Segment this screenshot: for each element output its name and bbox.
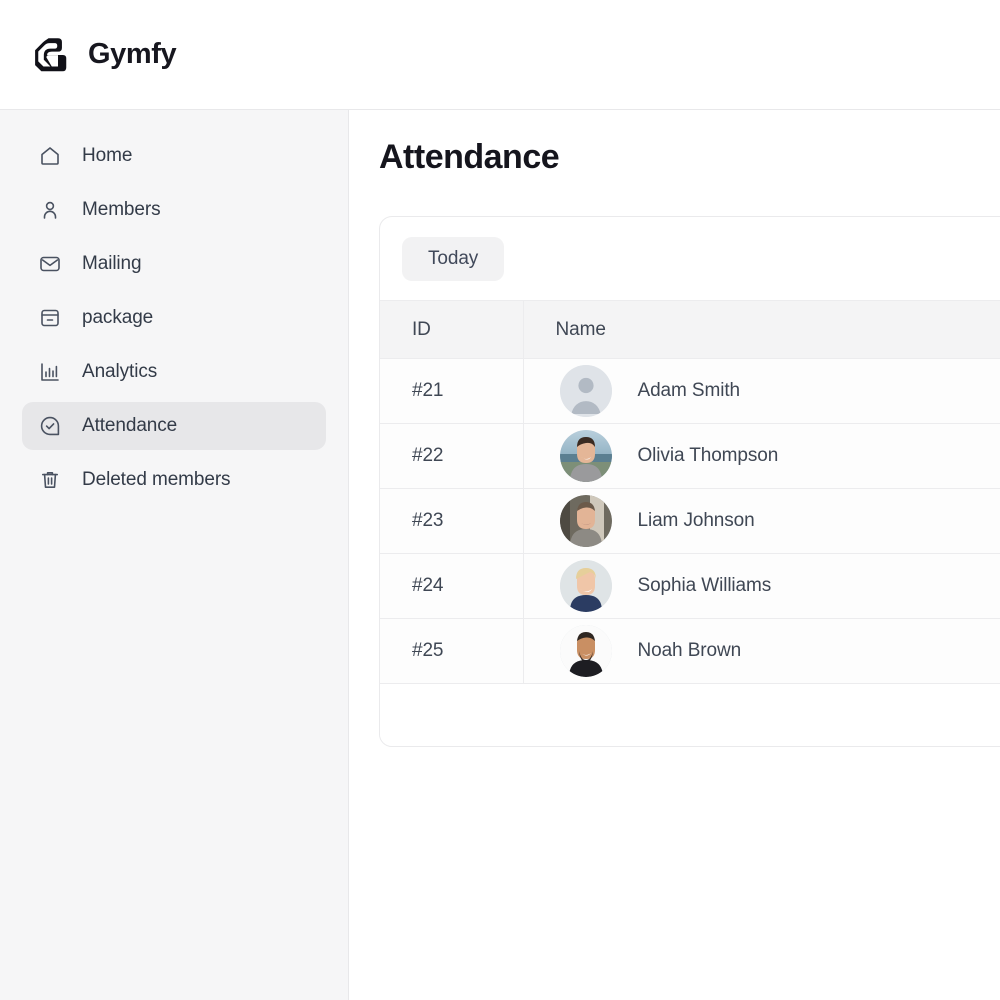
today-filter-button[interactable]: Today [402,237,505,281]
page-title: Attendance [379,138,560,176]
cell-name: Liam Johnson [523,488,1000,554]
table-row[interactable]: #25 Noah Brown [380,618,1000,684]
cell-id: #24 [380,553,524,619]
top-bar: Gymfy [0,0,1000,110]
sidebar-item-members[interactable]: Members [22,186,326,234]
cell-name: Olivia Thompson [523,423,1000,489]
cell-id: #21 [380,358,524,424]
name-cell: Olivia Thompson [556,430,1000,482]
name-cell: Liam Johnson [556,495,1000,547]
sidebar-item-attendance[interactable]: Attendance [22,402,326,450]
sidebar-item-mailing[interactable]: Mailing [22,240,326,288]
gymfy-flex-logo-icon [26,32,72,78]
name-cell: Adam Smith [556,365,1000,417]
attendance-card: Today ID Name #21 Adam Smith #22 Olivia … [379,216,1000,747]
member-name: Sophia Williams [637,575,772,596]
home-icon [38,144,62,168]
brand-name: Gymfy [88,38,177,70]
sidebar-nav: Home Members Mailing package Analytics A… [0,132,348,504]
avatar-photo [559,625,612,677]
avatar-photo [559,560,612,612]
cell-id: #23 [380,488,524,554]
sidebar-item-label: Deleted members [82,469,231,490]
card-footer [380,684,1000,746]
table-body: #21 Adam Smith #22 Olivia Thompson #23 L… [380,358,1000,684]
name-cell: Sophia Williams [556,560,1000,612]
column-header-name[interactable]: Name [523,300,1000,359]
cell-id: #22 [380,423,524,489]
sidebar-item-label: Attendance [82,415,178,436]
trash-icon [38,468,62,492]
user-icon [38,198,62,222]
cell-id: #25 [380,618,524,684]
sidebar-item-analytics[interactable]: Analytics [22,348,326,396]
sidebar-item-label: package [82,307,154,328]
sidebar-item-label: Members [82,199,161,220]
member-name: Noah Brown [637,640,742,661]
app-root: Gymfy Home Members Mailing package Analy… [0,0,1000,1000]
avatar-photo [559,430,612,482]
attendance-table: ID Name #21 Adam Smith #22 Olivia Thomps… [380,300,1000,684]
avatar-placeholder-icon [559,365,612,417]
name-cell: Noah Brown [556,625,1000,677]
avatar-photo [559,495,612,547]
sidebar-item-package[interactable]: package [22,294,326,342]
cell-name: Sophia Williams [523,553,1000,619]
table-row[interactable]: #24 Sophia Williams [380,553,1000,619]
check-circle-icon [38,414,62,438]
member-name: Adam Smith [637,380,741,401]
table-row[interactable]: #22 Olivia Thompson [380,423,1000,489]
box-icon [38,306,62,330]
envelope-icon [38,252,62,276]
bar-chart-icon [38,360,62,384]
brand[interactable]: Gymfy [26,32,177,78]
sidebar-item-deleted-members[interactable]: Deleted members [22,456,326,504]
member-name: Olivia Thompson [637,445,779,466]
table-row[interactable]: #21 Adam Smith [380,358,1000,424]
card-toolbar: Today [380,217,1000,300]
cell-name: Noah Brown [523,618,1000,684]
sidebar-item-label: Analytics [82,361,158,382]
member-name: Liam Johnson [637,510,755,531]
sidebar: Home Members Mailing package Analytics A… [0,110,349,1000]
column-header-id[interactable]: ID [380,300,524,359]
sidebar-item-home[interactable]: Home [22,132,326,180]
main-content: Attendance Today ID Name #21 Adam Smith … [350,110,1000,1000]
sidebar-item-label: Home [82,145,133,166]
table-header-row: ID Name [380,300,1000,359]
cell-name: Adam Smith [523,358,1000,424]
table-header: ID Name [380,300,1000,359]
table-row[interactable]: #23 Liam Johnson [380,488,1000,554]
sidebar-item-label: Mailing [82,253,142,274]
